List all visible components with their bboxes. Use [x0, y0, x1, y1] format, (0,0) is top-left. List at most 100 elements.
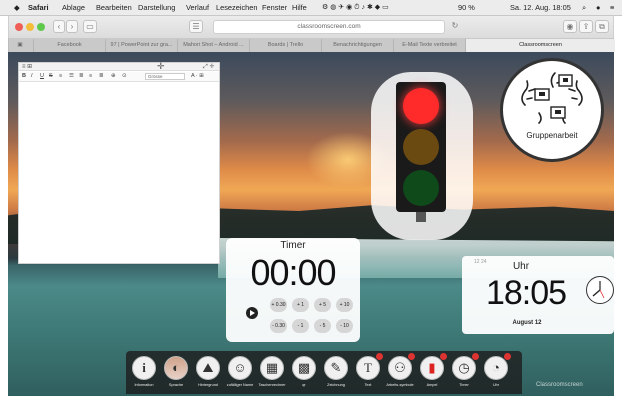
tabs-overview-icon[interactable]: ⧉ — [595, 20, 609, 33]
strike-button[interactable]: S — [49, 73, 53, 79]
italic-button[interactable]: I — [31, 73, 33, 79]
dock-label-information: Information — [134, 383, 154, 387]
menu-fenster[interactable]: Fenster — [262, 3, 287, 12]
tab-powerpoint[interactable]: 97 | PowerPoint zur gra... — [105, 39, 177, 52]
back-button[interactable]: ‹ — [53, 20, 65, 33]
tab-email[interactable]: E-Mail Texte verbreitet — [393, 39, 465, 52]
red-light[interactable] — [403, 88, 439, 124]
timer-sub-5-button[interactable]: - 5 — [314, 319, 331, 333]
random-name-icon[interactable]: ☺ — [228, 356, 252, 380]
link-button[interactable]: ⊕ — [111, 73, 116, 79]
widget-dock: i Information ◐ Sprache ⛰ Hintergrund ☺ … — [126, 351, 522, 394]
extensions-icon[interactable]: ◉ — [563, 20, 577, 33]
dock-label-background: Hintergrund — [198, 383, 218, 387]
zoom-window-button[interactable] — [37, 23, 45, 31]
work-symbol-widget[interactable]: Gruppenarbeit — [500, 58, 604, 162]
timer-add-1-button[interactable]: + 1 — [292, 298, 309, 312]
address-bar[interactable]: classroomscreen.com — [213, 20, 445, 34]
timer-icon[interactable]: ◷ — [452, 356, 476, 380]
work-symbols-close-badge-icon[interactable] — [408, 353, 415, 360]
traffic-light-close-badge-icon[interactable] — [440, 353, 447, 360]
minimize-window-button[interactable] — [26, 23, 34, 31]
sidebar-icon[interactable]: ▭ — [83, 20, 97, 33]
bold-button[interactable]: B — [22, 73, 26, 79]
tab-classroomscreen[interactable]: Classroomscreen — [465, 39, 615, 52]
text-editor-widget[interactable]: ≡ ⊞ ✛ ⤢ ✛ B I U S ≡ ☰ ≣ ≡ ≣ ⊕ ⊙ Grösse A… — [18, 61, 220, 264]
spotlight-icon[interactable]: ⌕ — [582, 3, 586, 13]
align-left-button[interactable]: ≣ — [79, 73, 84, 79]
timer-add-30s-button[interactable]: + 0.30 — [270, 298, 287, 312]
font-size-select[interactable]: Grösse — [145, 73, 185, 80]
tab-trello[interactable]: Boards | Trello — [249, 39, 321, 52]
align-center-button[interactable]: ≡ — [89, 73, 92, 79]
move-handle-icon[interactable]: ✛ — [157, 61, 165, 72]
editor-menu-icons[interactable]: ≡ ⊞ — [22, 63, 32, 70]
forward-button[interactable]: › — [66, 20, 78, 33]
tab-sidebar-icon[interactable]: ▣ — [9, 39, 31, 52]
dock-label-text: Text — [364, 383, 372, 387]
background-icon[interactable]: ⛰ — [196, 356, 220, 380]
tab-notifications[interactable]: Benachrichtigungen — [321, 39, 393, 52]
align-right-button[interactable]: ≣ — [99, 73, 104, 79]
editor-window-controls[interactable]: ⤢ ✛ — [203, 63, 215, 71]
work-symbols-icon[interactable]: ⚇ — [388, 356, 412, 380]
battery-status: 90 % — [458, 3, 475, 12]
classroomscreen-canvas: ≡ ⊞ ✛ ⤢ ✛ B I U S ≡ ☰ ≣ ≡ ≣ ⊕ ⊙ Grösse A… — [8, 52, 614, 396]
timer-title: Timer — [280, 240, 306, 251]
menu-verlauf[interactable]: Verlauf — [186, 3, 209, 12]
clock-date: August 12 — [512, 320, 542, 326]
calculator-icon[interactable]: ▦ — [260, 356, 284, 380]
yellow-light[interactable] — [403, 129, 439, 165]
text-icon[interactable]: T — [356, 356, 380, 380]
browser-toolbar: ‹ › ▭ ☰ classroomscreen.com ↻ ◉ ⇪ ⧉ — [8, 16, 614, 38]
timer-display[interactable]: 00:00 — [226, 252, 360, 294]
timer-sub-30s-button[interactable]: - 0.30 — [270, 319, 287, 333]
green-light[interactable] — [403, 170, 439, 206]
menu-app-name[interactable]: Safari — [28, 3, 49, 12]
group-work-icon — [521, 72, 583, 124]
dock-label-timer: Timer — [459, 383, 469, 387]
color-button[interactable]: A · ⊞ — [191, 73, 204, 79]
text-close-badge-icon[interactable] — [376, 353, 383, 360]
editor-format-toolbar: B I U S ≡ ☰ ≣ ≡ ≣ ⊕ ⊙ Grösse A · ⊞ — [19, 72, 219, 82]
tab-facebook[interactable]: Facebook — [33, 39, 105, 52]
reload-icon[interactable]: ↻ — [449, 20, 461, 33]
clock-close-badge-icon[interactable] — [504, 353, 511, 360]
reader-icon[interactable]: ☰ — [189, 20, 203, 33]
image-button[interactable]: ⊙ — [122, 73, 127, 79]
close-window-button[interactable] — [15, 23, 23, 31]
drawing-icon[interactable]: ✎ — [324, 356, 348, 380]
underline-button[interactable]: U — [40, 73, 44, 79]
information-icon[interactable]: i — [132, 356, 156, 380]
clock-icon[interactable]: ◔ — [484, 356, 508, 380]
timer-close-badge-icon[interactable] — [472, 353, 479, 360]
timer-add-5-button[interactable]: + 5 — [314, 298, 331, 312]
share-icon[interactable]: ⇪ — [579, 20, 593, 33]
menu-hilfe[interactable]: Hilfe — [292, 3, 307, 12]
tab-android[interactable]: Mahori Shot – Android ... — [177, 39, 249, 52]
bullet-list-button[interactable]: ☰ — [69, 73, 74, 79]
qr-icon[interactable]: ▩ — [292, 356, 316, 380]
timer-sub-1-button[interactable]: - 1 — [292, 319, 309, 333]
play-icon[interactable] — [246, 307, 258, 319]
timer-sub-10-button[interactable]: - 10 — [336, 319, 353, 333]
siri-icon[interactable]: ● — [596, 3, 600, 12]
menu-darstellung[interactable]: Darstellung — [138, 3, 175, 12]
menu-bearbeiten[interactable]: Bearbeiten — [96, 3, 132, 12]
clock-widget[interactable]: 12 24 Uhr 18:05 August 12 — [462, 256, 614, 334]
dock-label-clock: Uhr — [492, 383, 500, 387]
menu-lesezeichen[interactable]: Lesezeichen — [216, 3, 258, 12]
timer-add-10-button[interactable]: + 10 — [336, 298, 353, 312]
dock-label-drawing: Zeichnung — [327, 383, 345, 387]
dock-label-random-name: zufälliger Name — [226, 383, 254, 387]
menu-ablage[interactable]: Ablage — [62, 3, 85, 12]
traffic-light-pole — [416, 212, 426, 222]
editor-titlebar: ≡ ⊞ ✛ ⤢ ✛ — [19, 61, 219, 72]
apple-menu-icon[interactable]: ◆ — [14, 3, 20, 12]
traffic-light-icon[interactable]: ▮ — [420, 356, 444, 380]
ordered-list-button[interactable]: ≡ — [59, 73, 62, 79]
group-work-label: Gruppenarbeit — [526, 131, 578, 140]
timer-widget[interactable]: Timer 00:00 + 0.30 + 1 + 5 + 10 - 0.30 -… — [226, 238, 360, 342]
language-icon[interactable]: ◐ — [164, 356, 188, 380]
notification-icon[interactable]: ≡ — [610, 3, 614, 12]
